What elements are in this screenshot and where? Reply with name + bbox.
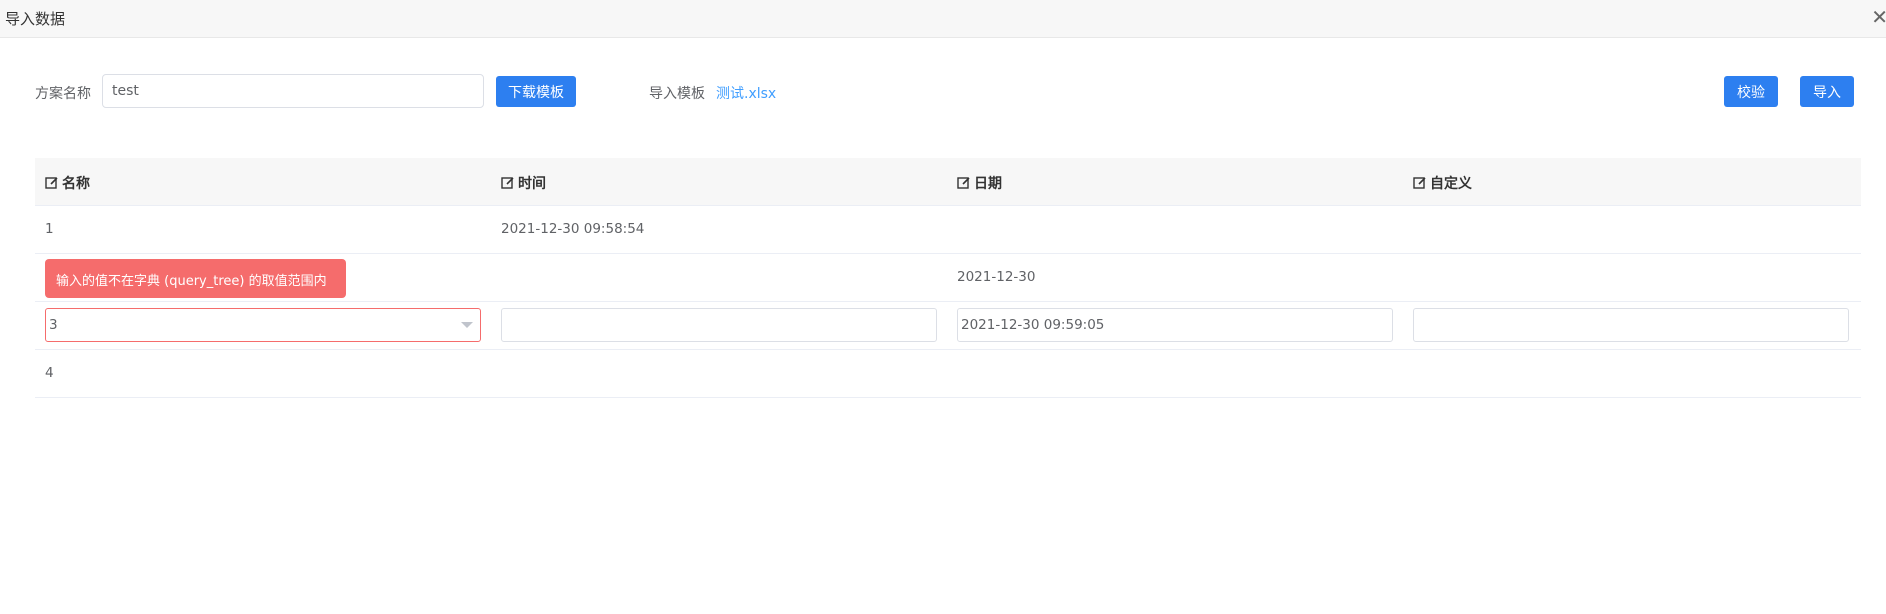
validate-button[interactable]: 校验 — [1724, 76, 1778, 107]
table-row-editing[interactable] — [35, 302, 1861, 350]
dialog-title: 导入数据 — [5, 10, 66, 28]
column-header-name: 名称 — [45, 173, 90, 193]
name-select-input[interactable] — [45, 308, 481, 342]
cell-time: 2021-12-30 09:58:54 — [501, 221, 645, 237]
cell-name: 4 — [45, 365, 54, 381]
custom-input[interactable] — [1413, 308, 1849, 342]
dialog-header: 导入数据 ✕ — [0, 0, 1886, 38]
edit-icon — [501, 177, 514, 189]
time-input[interactable] — [501, 308, 937, 342]
chevron-down-icon[interactable] — [461, 322, 473, 328]
date-input[interactable] — [957, 308, 1393, 342]
scheme-name-label: 方案名称 — [35, 86, 91, 102]
column-header-date: 日期 — [957, 173, 1002, 193]
import-button[interactable]: 导入 — [1800, 76, 1854, 107]
column-header-time: 时间 — [501, 173, 546, 193]
column-header-label: 名称 — [62, 176, 90, 192]
edit-icon — [45, 177, 58, 189]
column-header-custom: 自定义 — [1413, 173, 1472, 193]
validation-error-tooltip: 输入的值不在字典 (query_tree) 的取值范围内 — [45, 259, 346, 298]
table-header: 名称 时间 日期 自定义 — [35, 158, 1861, 206]
import-template-label: 导入模板 — [649, 86, 705, 102]
edit-icon — [1413, 177, 1426, 189]
column-header-label: 日期 — [974, 176, 1002, 192]
scheme-name-input[interactable] — [102, 74, 484, 108]
table-row[interactable]: 1 2021-12-30 09:58:54 — [35, 206, 1861, 254]
download-template-button[interactable]: 下载模板 — [496, 76, 576, 107]
cell-date: 2021-12-30 — [957, 269, 1036, 285]
close-icon[interactable]: ✕ — [1871, 5, 1886, 29]
name-select[interactable] — [45, 308, 481, 342]
table-row[interactable]: 4 — [35, 350, 1861, 398]
template-file-link[interactable]: 测试.xlsx — [716, 83, 776, 103]
column-header-label: 时间 — [518, 176, 546, 192]
column-header-label: 自定义 — [1430, 176, 1472, 192]
cell-name: 1 — [45, 221, 54, 237]
edit-icon — [957, 177, 970, 189]
